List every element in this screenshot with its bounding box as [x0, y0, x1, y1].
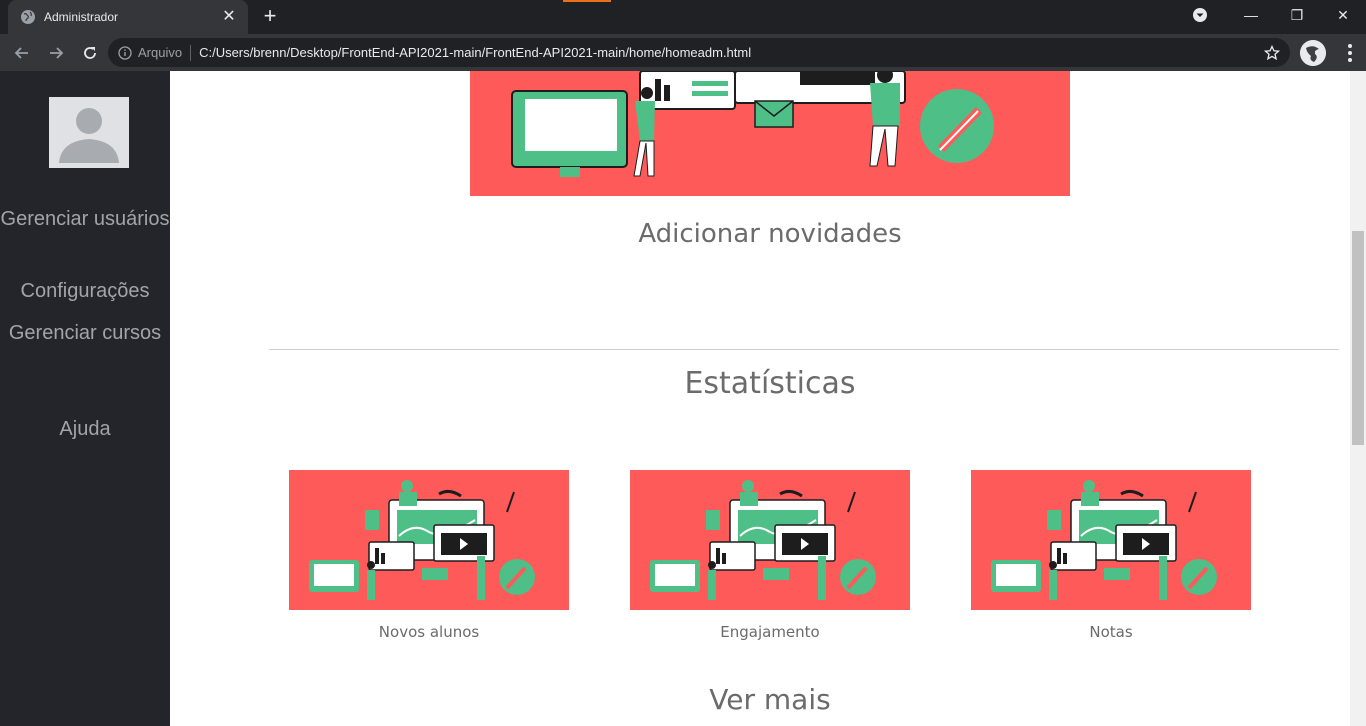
tab-search-icon[interactable]: [1192, 7, 1208, 23]
menu-dot: [1348, 58, 1352, 62]
section-divider: [269, 349, 1339, 350]
browser-tab-strip: Administrador ✕ + — ❐ ✕: [0, 0, 1366, 34]
card-caption: Engajamento: [720, 623, 820, 641]
sidebar-item-gerenciar-usuarios[interactable]: Gerenciar usuários: [0, 204, 170, 234]
menu-dot: [1348, 44, 1352, 48]
bookmark-star-icon[interactable]: [1264, 44, 1280, 61]
stat-card-novos-alunos[interactable]: Novos alunos: [289, 470, 569, 641]
browser-tab[interactable]: Administrador ✕: [8, 0, 248, 34]
scheme-label: Arquivo: [138, 45, 183, 60]
window-controls: — ❐ ✕: [1192, 0, 1366, 30]
page-scrollbar[interactable]: [1350, 71, 1366, 726]
omnibox-separator: [190, 44, 192, 61]
card-illustration: [971, 470, 1251, 610]
stat-card-engajamento[interactable]: Engajamento: [630, 470, 910, 641]
profile-avatar-button[interactable]: [1300, 40, 1326, 66]
section-title-estatisticas: Estatísticas: [684, 366, 856, 401]
forward-arrow-icon: [50, 46, 64, 59]
card-caption: Novos alunos: [378, 623, 480, 641]
address-bar[interactable]: Arquivo C:/Users/brenn/Desktop/FrontEnd-…: [108, 38, 1290, 67]
sidebar-item-gerenciar-cursos[interactable]: Gerenciar cursos: [0, 318, 170, 348]
ver-mais-link[interactable]: Ver mais: [170, 683, 1366, 716]
menu-dot: [1348, 51, 1352, 55]
news-illustration-graphic: [470, 71, 1070, 196]
page-viewport: Gerenciar usuários Configurações Gerenci…: [0, 71, 1366, 726]
close-window-button[interactable]: ✕: [1320, 0, 1366, 30]
card-illustration-graphic: [630, 470, 910, 610]
reload-button[interactable]: [74, 37, 106, 69]
tab-title: Administrador: [44, 10, 119, 24]
reload-icon: [84, 46, 96, 59]
info-icon[interactable]: [118, 45, 132, 60]
user-avatar: [49, 97, 129, 168]
sidebar-item-configuracoes[interactable]: Configurações: [0, 276, 170, 306]
sidebar: Gerenciar usuários Configurações Gerenci…: [0, 71, 170, 726]
back-button[interactable]: [6, 37, 38, 69]
news-illustration[interactable]: [470, 71, 1070, 196]
card-illustration: [630, 470, 910, 610]
card-caption: Notas: [1089, 623, 1133, 641]
section-title-novidades: Adicionar novidades: [638, 219, 902, 249]
main-content: Adicionar novidades Estatísticas Novos a…: [170, 71, 1350, 726]
profile-icon: [1300, 40, 1326, 66]
card-illustration: [289, 470, 569, 610]
minimize-button[interactable]: —: [1228, 0, 1274, 30]
tab-close-icon[interactable]: ✕: [220, 8, 238, 26]
forward-button[interactable]: [40, 37, 72, 69]
browser-menu-button[interactable]: [1340, 43, 1360, 63]
back-arrow-icon: [14, 46, 28, 59]
sidebar-item-ajuda[interactable]: Ajuda: [0, 414, 170, 444]
card-illustration-graphic: [971, 470, 1251, 610]
stat-card-notas[interactable]: Notas: [971, 470, 1251, 641]
url-text[interactable]: C:/Users/brenn/Desktop/FrontEnd-API2021-…: [199, 45, 1264, 60]
scrollbar-thumb[interactable]: [1352, 231, 1364, 445]
new-tab-button[interactable]: +: [258, 5, 282, 29]
browser-toolbar: Arquivo C:/Users/brenn/Desktop/FrontEnd-…: [0, 34, 1366, 71]
globe-icon: [21, 10, 35, 24]
tab-strip-indicator: [563, 0, 611, 2]
card-illustration-graphic: [289, 470, 569, 610]
user-placeholder-icon: [49, 97, 129, 168]
restore-button[interactable]: ❐: [1274, 0, 1320, 30]
